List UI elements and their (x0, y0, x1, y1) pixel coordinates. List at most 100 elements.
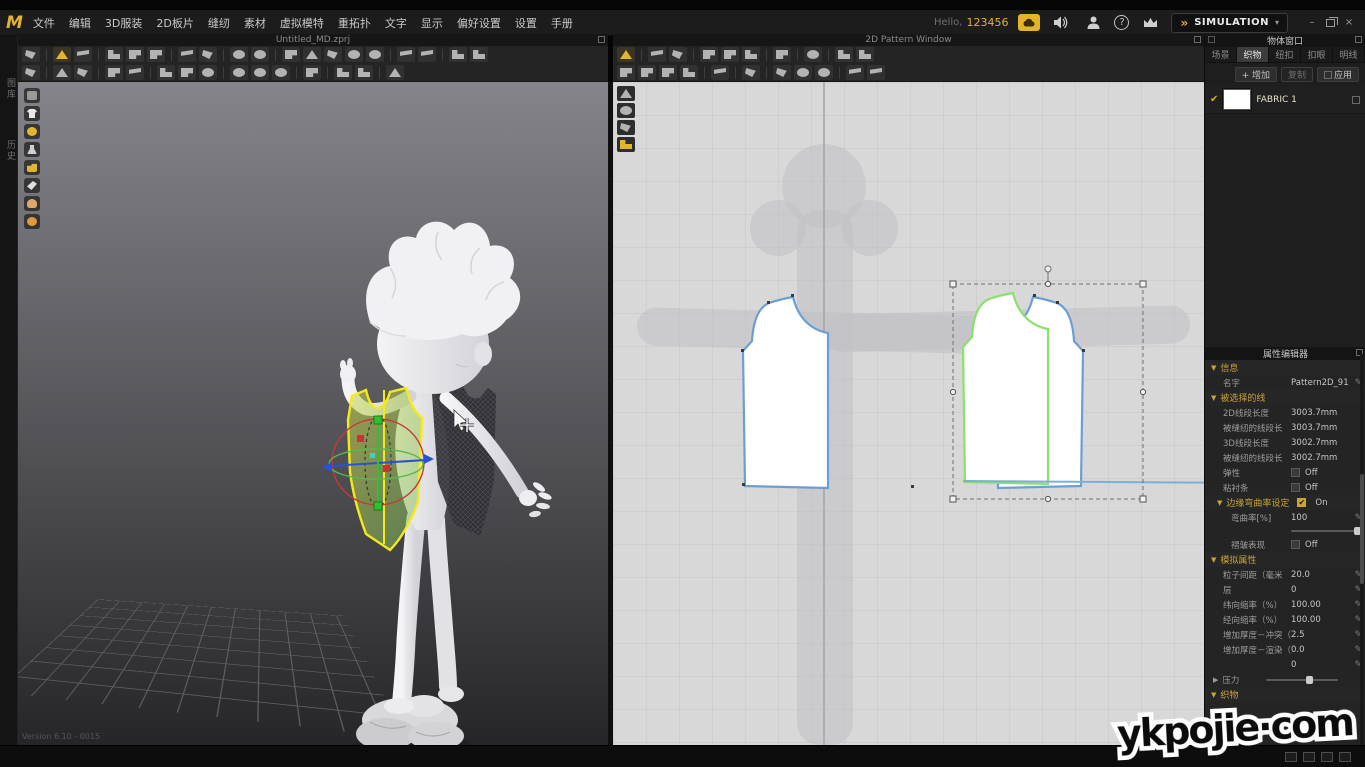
avatar-show-icon[interactable] (345, 47, 363, 62)
axis-tool-icon[interactable] (386, 65, 404, 80)
pleat-tool-icon[interactable] (303, 65, 321, 80)
menu-item-manual[interactable]: 手册 (551, 15, 573, 31)
flatten-tool-icon[interactable] (282, 47, 300, 62)
curvature-checkbox[interactable]: ✔ (1297, 498, 1306, 507)
object-window-dock-icon[interactable] (1208, 36, 1215, 43)
pattern-color-icon[interactable] (773, 65, 791, 80)
pleats-tool-icon[interactable] (773, 47, 791, 62)
hand-display-icon[interactable] (24, 88, 40, 103)
curvature-value[interactable]: 100 (1291, 513, 1350, 523)
render-tool-icon[interactable] (74, 65, 92, 80)
pucker-checkbox[interactable] (1291, 540, 1300, 549)
cloth-display-icon[interactable] (24, 178, 40, 193)
viewport-2d[interactable] (613, 82, 1204, 745)
menu-item-2d-pattern[interactable]: 2D板片 (156, 15, 193, 31)
cloud-sync-icon[interactable] (1018, 14, 1040, 31)
curvature-slider[interactable] (1291, 530, 1361, 532)
avatar-pose-icon[interactable] (366, 47, 384, 62)
buttonhole-tool-icon[interactable] (251, 65, 269, 80)
fabric-check-icon[interactable]: ✔ (1210, 94, 1218, 105)
paint-tool-icon[interactable] (157, 65, 175, 80)
name-value[interactable]: Pattern2D_91 (1291, 378, 1350, 388)
select-tool-icon[interactable] (22, 47, 40, 62)
tab-buttonhole[interactable]: 扣眼 (1301, 47, 1333, 62)
steam-tool-icon[interactable] (230, 47, 248, 62)
fit-view-icon[interactable] (617, 137, 635, 152)
tape-tool-icon[interactable] (397, 47, 415, 62)
tab-scene[interactable]: 场景 (1205, 47, 1237, 62)
library-vertical-tab[interactable]: 图库 (4, 78, 17, 100)
bonding-checkbox[interactable] (1291, 483, 1300, 492)
shirt-texture-icon[interactable] (742, 65, 760, 80)
fabric-weave-icon[interactable] (199, 65, 217, 80)
tack-tool-icon[interactable] (199, 47, 217, 62)
menu-item-settings[interactable]: 设置 (515, 15, 537, 31)
segment-sewing-tool-icon[interactable] (659, 65, 677, 80)
viewport-3d[interactable]: Version 6.10 - 0015 (18, 82, 608, 745)
plane-a-icon[interactable] (334, 65, 352, 80)
cloth-tool-icon[interactable] (178, 65, 196, 80)
fold-tool-icon[interactable] (126, 47, 144, 62)
fabric-list-item[interactable]: ✔ FABRIC 1 (1205, 86, 1365, 114)
menu-item-sewing[interactable]: 缝纫 (208, 15, 230, 31)
knife-tool-icon[interactable] (126, 65, 144, 80)
viewport2d-expand-icon[interactable] (1194, 36, 1201, 43)
edit-curve-tool-icon[interactable] (669, 47, 687, 62)
menu-item-file[interactable]: 文件 (33, 15, 55, 31)
measure-tool-icon[interactable] (178, 47, 196, 62)
basting-tool-icon[interactable] (867, 65, 885, 80)
pants-icon[interactable] (324, 47, 342, 62)
section-curvature[interactable]: ▼ 边缘弯曲率设定 ✔ On (1205, 495, 1365, 510)
pattern-weave-icon[interactable] (815, 65, 833, 80)
collapse-icon[interactable]: ▼ (1211, 556, 1216, 564)
thickness-collision-value[interactable]: 2.5 (1291, 630, 1350, 640)
texture-display-icon[interactable] (24, 214, 40, 229)
pattern-display-icon[interactable] (24, 160, 40, 175)
close-button[interactable]: × (1343, 17, 1355, 28)
expand-pressure-icon[interactable]: ▶ (1213, 676, 1218, 684)
viewport3d-expand-icon[interactable] (598, 36, 605, 43)
scissors-tool-icon[interactable] (105, 65, 123, 80)
section-selected-line[interactable]: ▼ 被选择的线 (1205, 390, 1365, 405)
menu-item-display[interactable]: 显示 (421, 15, 443, 31)
gizmo-display-icon[interactable] (24, 124, 40, 139)
simulation-dropdown-icon[interactable]: ▾ (1275, 18, 1279, 27)
menu-item-avatar[interactable]: 虚拟模特 (280, 15, 324, 31)
transform-pattern-tool-icon[interactable] (617, 47, 635, 62)
collapse-icon[interactable]: ▼ (1217, 499, 1222, 507)
grid-large-icon[interactable] (470, 47, 488, 62)
tab-button[interactable]: 纽扣 (1269, 47, 1301, 62)
pan-tool-icon[interactable] (617, 103, 635, 118)
weft-shrinkage-value[interactable]: 100.00 (1291, 600, 1350, 610)
sewing-tool-icon[interactable] (147, 47, 165, 62)
button-tool-icon[interactable] (230, 65, 248, 80)
mannequin-2d-icon[interactable] (804, 47, 822, 62)
pen-tool-icon[interactable] (74, 47, 92, 62)
object-window-expand-icon[interactable] (1355, 36, 1362, 43)
check-sewing-tool-icon[interactable] (680, 65, 698, 80)
avatar-display-icon[interactable] (24, 142, 40, 157)
zipper-tool-icon[interactable] (272, 65, 290, 80)
minimize-button[interactable]: – (1306, 17, 1318, 28)
grid-2d-large-icon[interactable] (856, 47, 874, 62)
pressure-value[interactable]: 0 (1291, 660, 1350, 670)
thickness-rendering-value[interactable]: 0.0 (1291, 645, 1350, 655)
walk-tool-icon[interactable] (22, 65, 40, 80)
bond-tool-icon[interactable] (251, 47, 269, 62)
section-simulation[interactable]: ▼ 模拟属性 (1205, 552, 1365, 567)
menu-item-material[interactable]: 素材 (244, 15, 266, 31)
tab-fabric[interactable]: 织物 (1237, 47, 1269, 62)
add-point-tool-icon[interactable] (700, 47, 718, 62)
tab-topstitch[interactable]: 明线 (1333, 47, 1365, 62)
speaker-icon[interactable] (1050, 14, 1072, 31)
elastic-checkbox[interactable] (1291, 468, 1300, 477)
rotate-view-icon[interactable] (617, 120, 635, 135)
simulation-button[interactable]: » SIMULATION ▾ (1171, 13, 1288, 33)
menu-item-edit[interactable]: 编辑 (69, 15, 91, 31)
zoom-tool-icon[interactable] (617, 86, 635, 101)
menu-item-text[interactable]: 文字 (385, 15, 407, 31)
edit-pattern-tool-icon[interactable] (648, 47, 666, 62)
rectangle-tool-icon[interactable] (742, 47, 760, 62)
layer-value[interactable]: 0 (1291, 585, 1350, 595)
apply-fabric-button[interactable]: 应用 (1317, 67, 1359, 82)
